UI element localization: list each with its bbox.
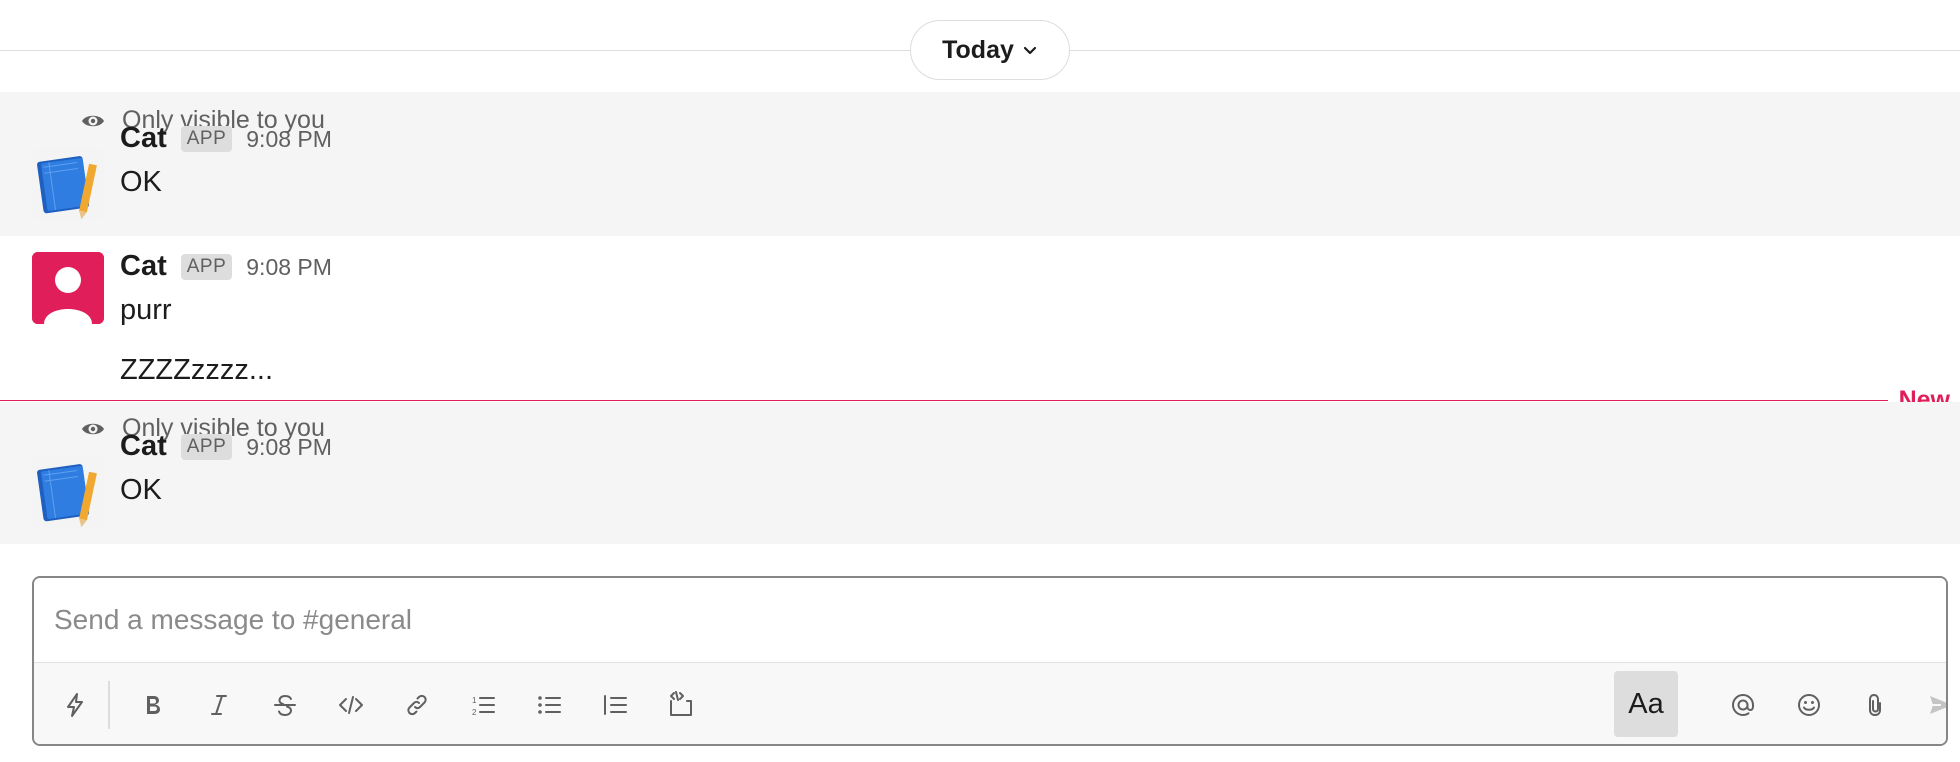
italic-icon[interactable]	[194, 677, 244, 733]
timestamp[interactable]: 9:08 PM	[246, 126, 332, 153]
message-header: Cat APP 9:08 PM	[120, 122, 332, 155]
message-composer: 12 Aa	[32, 576, 1948, 746]
app-badge: APP	[180, 125, 233, 152]
code-block-icon[interactable]	[656, 677, 706, 733]
message-ephemeral[interactable]: Only visible to you Cat APP 9:08 PM OK	[0, 402, 1960, 544]
message[interactable]: Cat APP 9:08 PM purr ZZZZzzzz...	[0, 236, 1960, 400]
code-icon[interactable]	[326, 677, 376, 733]
notebook-icon[interactable]	[32, 148, 104, 220]
sender-name[interactable]: Cat	[120, 250, 167, 283]
ordered-list-icon[interactable]: 12	[458, 677, 508, 733]
message-text: OK	[120, 474, 162, 506]
chevron-down-icon	[1023, 46, 1036, 55]
bold-icon[interactable]	[128, 677, 178, 733]
message-ephemeral[interactable]: Only visible to you Cat APP 9:08 PM OK	[0, 92, 1960, 236]
eye-icon	[82, 423, 104, 434]
emoji-icon[interactable]	[1784, 677, 1834, 733]
bulleted-list-icon[interactable]	[524, 677, 574, 733]
eye-icon	[82, 115, 104, 126]
message-text: OK	[120, 166, 162, 198]
message-text: purr	[120, 294, 172, 326]
user-silhouette-icon[interactable]	[32, 252, 104, 324]
notebook-icon[interactable]	[32, 456, 104, 528]
timestamp[interactable]: 9:08 PM	[246, 254, 332, 281]
shortcuts-icon[interactable]	[50, 677, 100, 733]
composer-toolbar: 12 Aa	[34, 662, 1946, 744]
app-badge: APP	[180, 253, 233, 280]
svg-text:1: 1	[472, 696, 477, 705]
toolbar-separator	[108, 681, 110, 729]
message-header: Cat APP 9:08 PM	[120, 430, 332, 463]
date-divider: Today	[0, 0, 1960, 92]
sender-name[interactable]: Cat	[120, 122, 167, 155]
blockquote-icon[interactable]	[590, 677, 640, 733]
attach-icon[interactable]	[1850, 677, 1900, 733]
strikethrough-icon[interactable]	[260, 677, 310, 733]
mention-icon[interactable]	[1718, 677, 1768, 733]
sender-name[interactable]: Cat	[120, 430, 167, 463]
app-badge: APP	[180, 433, 233, 460]
message-input[interactable]	[34, 578, 1946, 662]
send-icon[interactable]	[1916, 677, 1946, 733]
new-divider-line	[0, 400, 1888, 401]
date-jump-button[interactable]: Today	[910, 20, 1070, 80]
timestamp[interactable]: 9:08 PM	[246, 434, 332, 461]
date-label: Today	[942, 35, 1014, 64]
message-text-continued: ZZZZzzzz...	[120, 354, 274, 386]
link-icon[interactable]	[392, 677, 442, 733]
message-header: Cat APP 9:08 PM	[120, 250, 332, 283]
format-toggle-button[interactable]: Aa	[1614, 671, 1678, 737]
svg-text:2: 2	[472, 708, 477, 717]
